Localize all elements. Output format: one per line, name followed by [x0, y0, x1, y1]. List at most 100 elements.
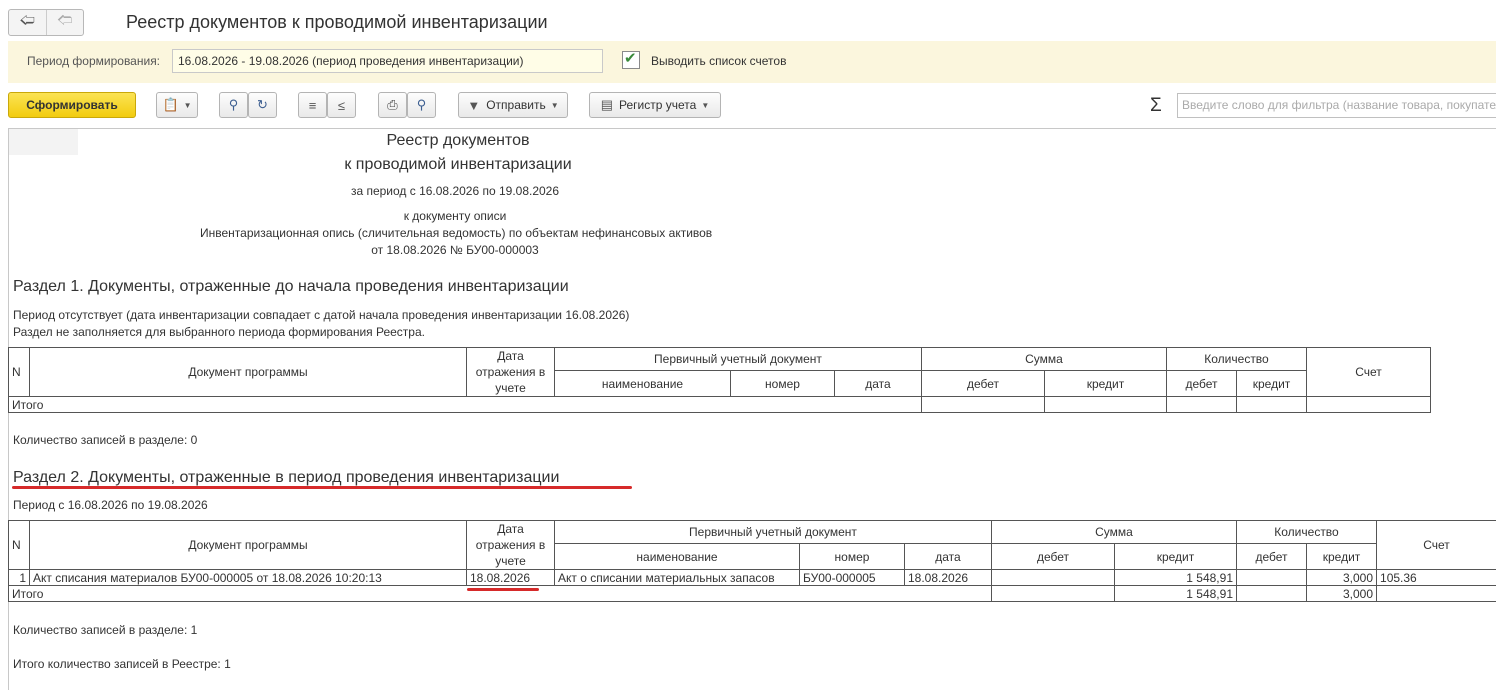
header-primary: Первичный учетный документ [555, 521, 992, 544]
chevron-down-icon: ▼ [701, 101, 709, 110]
preview-icon: ⚲ [417, 97, 427, 113]
generate-button[interactable]: Сформировать [8, 92, 136, 118]
table-row[interactable]: 1 Акт списания материалов БУ00-000005 от… [9, 570, 1496, 586]
total-sum-credit: 1 548,91 [1115, 586, 1237, 602]
header-primary: Первичный учетный документ [555, 348, 922, 371]
find-next-button[interactable]: ↻ [248, 92, 277, 118]
collapse-groups-button[interactable]: ≤ [327, 92, 356, 118]
sum-icon[interactable]: Σ [1150, 95, 1162, 117]
total-qty-credit: 3,000 [1307, 586, 1377, 602]
header-qty: Количество [1237, 521, 1377, 544]
navigation-buttons: 🢠 🢢 [8, 9, 84, 36]
total-account [1307, 397, 1431, 413]
chevron-down-icon: ▼ [551, 101, 559, 110]
printer-icon: ⎙ [387, 97, 397, 113]
variants-button[interactable]: 📋▼ [156, 92, 198, 118]
row-date-reflect: 18.08.2026 [467, 570, 555, 586]
header-number: номер [800, 544, 905, 570]
search-next-icon: ↻ [257, 97, 268, 113]
print-button[interactable]: ⎙ [378, 92, 407, 118]
row-doc[interactable]: Акт списания материалов БУ00-000005 от 1… [30, 570, 467, 586]
section2-table: N Документ программы Дата отражения в уч… [8, 520, 1496, 602]
show-accounts-checkbox[interactable] [622, 51, 640, 69]
report-doc-line1: к документу описи [200, 209, 710, 223]
find-button[interactable]: ⚲ [219, 92, 248, 118]
arrow-left-icon[interactable]: 🢠 [9, 10, 46, 35]
header-date: дата [905, 544, 992, 570]
period-field[interactable]: 16.08.2026 - 19.08.2026 (период проведен… [172, 49, 603, 73]
header-sum: Сумма [922, 348, 1167, 371]
register-icon: ▤ [601, 97, 613, 113]
section2-title: Раздел 2. Документы, отраженные в период… [13, 469, 559, 487]
header-account: Счет [1377, 521, 1496, 570]
row-name: Акт о списании материальных запасов [555, 570, 800, 586]
header-n: N [9, 348, 30, 397]
header-name: наименование [555, 371, 731, 397]
grand-total: Итого количество записей в Реестре: 1 [13, 657, 231, 671]
total-qty-credit [1237, 397, 1307, 413]
register-button[interactable]: ▤ Регистр учета ▼ [589, 92, 721, 118]
row-number: БУ00-000005 [800, 570, 905, 586]
total-row: Итого [9, 397, 1431, 413]
register-label: Регистр учета [619, 98, 696, 112]
expand-groups-button[interactable]: ≡ [298, 92, 327, 118]
row-sum-credit: 1 548,91 [1115, 570, 1237, 586]
table-header-row: N Документ программы Дата отражения в уч… [9, 521, 1496, 544]
header-date-reflect: Дата отражения в учете [467, 521, 555, 570]
preview-button[interactable]: ⚲ [407, 92, 436, 118]
header-n: N [9, 521, 30, 570]
section1-title: Раздел 1. Документы, отраженные до начал… [13, 278, 569, 296]
total-sum-debit [922, 397, 1045, 413]
arrow-right-icon[interactable]: 🢢 [46, 10, 84, 35]
row-sum-debit [992, 570, 1115, 586]
total-account [1377, 586, 1496, 602]
report-title-line1: Реестр документов [292, 132, 624, 150]
date-underline [467, 588, 539, 591]
total-sum-credit [1045, 397, 1167, 413]
header-qty: Количество [1167, 348, 1307, 371]
period-label: Период формирования: [27, 54, 160, 68]
header-debit: дебет [922, 371, 1045, 397]
header-name: наименование [555, 544, 800, 570]
row-qty-credit: 3,000 [1307, 570, 1377, 586]
section1-count: Количество записей в разделе: 0 [13, 433, 197, 447]
header-qty-debit: дебет [1167, 371, 1237, 397]
expand-icon: ≡ [309, 98, 317, 113]
section1-table: N Документ программы Дата отражения в уч… [8, 347, 1431, 413]
row-account: 105.36 [1377, 570, 1496, 586]
header-debit: дебет [992, 544, 1115, 570]
collapse-icon: ≤ [338, 98, 345, 113]
total-qty-debit [1167, 397, 1237, 413]
selected-cell[interactable] [9, 129, 78, 155]
clipboard-icon: 📋 [162, 97, 178, 113]
report-doc-line3: от 18.08.2026 № БУ00-000003 [200, 243, 710, 257]
header-sum: Сумма [992, 521, 1237, 544]
row-date: 18.08.2026 [905, 570, 992, 586]
header-doc: Документ программы [30, 348, 467, 397]
section1-note1: Период отсутствует (дата инвентаризации … [13, 308, 629, 322]
section2-count: Количество записей в разделе: 1 [13, 623, 197, 637]
header-credit: кредит [1045, 371, 1167, 397]
show-accounts-label[interactable]: Выводить список счетов [651, 54, 786, 68]
send-icon: ▼ [467, 98, 480, 113]
search-icon: ⚲ [229, 97, 239, 113]
header-account: Счет [1307, 348, 1431, 397]
table-header-row: N Документ программы Дата отражения в уч… [9, 348, 1431, 371]
header-doc: Документ программы [30, 521, 467, 570]
report-doc-line2: Инвентаризационная опись (сличительная в… [200, 226, 710, 240]
report-title-line2: к проводимой инвентаризации [292, 156, 624, 174]
header-credit: кредит [1115, 544, 1237, 570]
header-qty-credit: кредит [1237, 371, 1307, 397]
header-date: дата [835, 371, 922, 397]
section2-underline [12, 486, 632, 489]
total-qty-debit [1237, 586, 1307, 602]
search-input[interactable]: Введите слово для фильтра (название това… [1177, 93, 1496, 118]
send-label: Отправить [486, 98, 546, 112]
row-n: 1 [9, 570, 30, 586]
total-sum-debit [992, 586, 1115, 602]
section1-note2: Раздел не заполняется для выбранного пер… [13, 325, 425, 339]
header-qty-debit: дебет [1237, 544, 1307, 570]
total-row: Итого 1 548,91 3,000 [9, 586, 1496, 602]
section2-period: Период с 16.08.2026 по 19.08.2026 [13, 498, 208, 512]
send-button[interactable]: ▼ Отправить ▼ [458, 92, 568, 118]
